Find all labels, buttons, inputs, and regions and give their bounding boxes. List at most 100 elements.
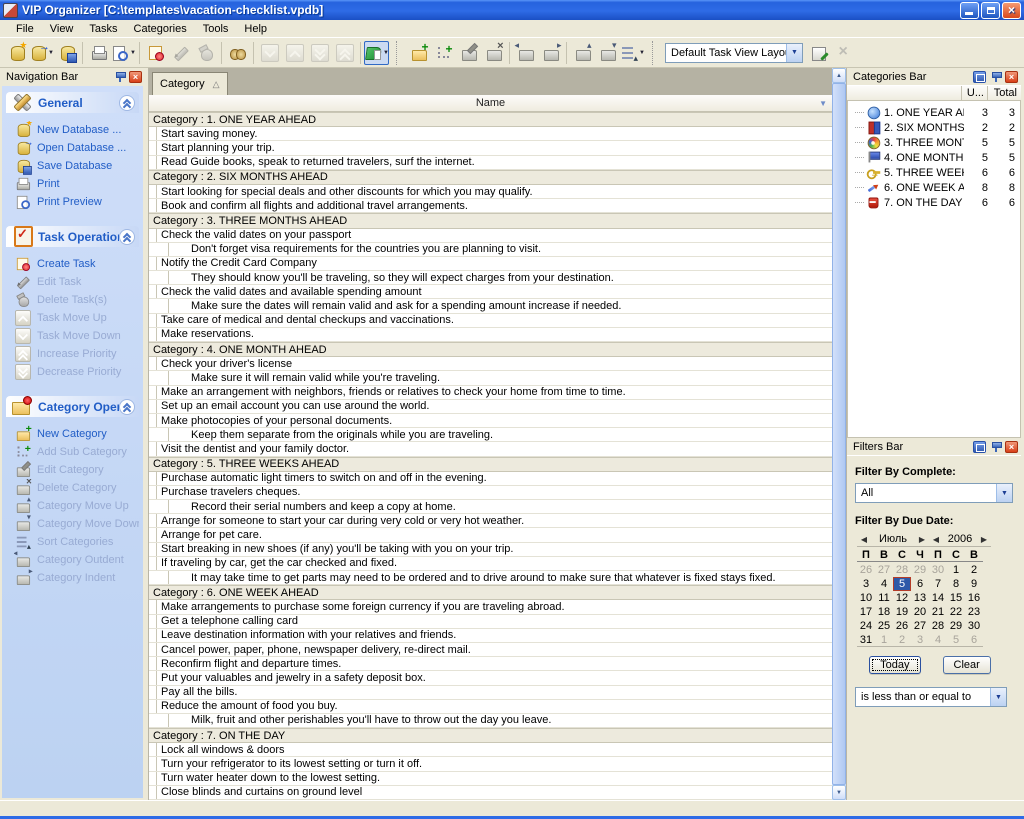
category-tree-row[interactable]: 3. THREE MONTHS AHE55: [848, 135, 1020, 150]
calendar-day[interactable]: 23: [965, 605, 983, 619]
task-row[interactable]: Notify the Credit Card Company: [149, 257, 832, 271]
task-view-layout-button[interactable]: ▼: [364, 41, 389, 65]
nav-item-task-move-up[interactable]: Task Move Up: [14, 309, 139, 327]
task-row[interactable]: Start planning your trip.: [149, 141, 832, 155]
nav-item-open-database[interactable]: Open Database ...: [14, 139, 139, 157]
calendar-day[interactable]: 6: [965, 633, 983, 647]
collapse-chevron-icon[interactable]: [119, 95, 135, 111]
nav-item-delete-task-s[interactable]: Delete Task(s): [14, 291, 139, 309]
calendar-day[interactable]: 19: [893, 605, 911, 619]
nav-item-category-outdent[interactable]: Category Outdent: [14, 551, 139, 569]
task-row[interactable]: Book and confirm all flights and additio…: [149, 199, 832, 213]
calendar-day[interactable]: 27: [875, 563, 893, 577]
calendar-day[interactable]: 24: [857, 619, 875, 633]
category-tree-row[interactable]: 4. ONE MONTH AHEAD55: [848, 150, 1020, 165]
calendar-day[interactable]: 1: [947, 563, 965, 577]
nav-group-header[interactable]: Task Operations: [6, 226, 139, 247]
calendar-day[interactable]: 8: [947, 577, 965, 591]
nav-item-sort-categories[interactable]: Sort Categories: [14, 533, 139, 551]
calendar-day[interactable]: 10: [857, 591, 875, 605]
clear-button[interactable]: Clear: [943, 656, 991, 674]
calendar-day[interactable]: 30: [929, 563, 947, 577]
toolbar-group-handle[interactable]: [396, 41, 401, 65]
calendar-day[interactable]: 5: [947, 633, 965, 647]
calendar-day[interactable]: 26: [893, 619, 911, 633]
calendar-day[interactable]: 3: [911, 633, 929, 647]
task-row[interactable]: Don't forget visa requirements for the c…: [149, 243, 832, 257]
calendar-day[interactable]: 4: [929, 633, 947, 647]
category-row[interactable]: Category : 2. SIX MONTHS AHEAD: [149, 170, 832, 185]
calendar-day[interactable]: 5: [893, 577, 911, 591]
task-row[interactable]: Cancel power, paper, phone, newspaper de…: [149, 643, 832, 657]
restore-button[interactable]: [981, 2, 1000, 19]
task-row[interactable]: Arrange for someone to start your car du…: [149, 514, 832, 528]
new-category-button[interactable]: [406, 41, 431, 65]
category-row[interactable]: Category : 4. ONE MONTH AHEAD: [149, 342, 832, 357]
pin-icon[interactable]: [989, 440, 1002, 453]
previous-month-icon[interactable]: ◀: [857, 535, 871, 544]
calendar-day[interactable]: 2: [965, 563, 983, 577]
task-row[interactable]: Turn your refrigerator to its lowest set…: [149, 757, 832, 771]
menu-tasks[interactable]: Tasks: [81, 22, 125, 36]
scrollbar-thumb[interactable]: [832, 83, 846, 785]
total-column-header[interactable]: Total: [987, 86, 1021, 100]
save-database-button[interactable]: [54, 41, 79, 65]
close-icon[interactable]: ×: [1005, 71, 1018, 83]
category-tree-row[interactable]: 6. ONE WEEK AHEAD88: [848, 180, 1020, 195]
today-button[interactable]: Today: [869, 656, 920, 674]
print-preview-button[interactable]: ▼: [111, 41, 136, 65]
category-tree-row[interactable]: 1. ONE YEAR AHEAD33: [848, 105, 1020, 120]
chevron-down-icon[interactable]: ▼: [383, 50, 389, 56]
task-row[interactable]: Make sure the dates will remain valid an…: [149, 299, 832, 313]
category-indent-button[interactable]: [538, 41, 563, 65]
calendar-day[interactable]: 21: [929, 605, 947, 619]
task-move-up-button[interactable]: [282, 41, 307, 65]
menu-file[interactable]: File: [8, 22, 42, 36]
task-row[interactable]: It may take time to get parts may need t…: [149, 571, 832, 585]
calendar-day[interactable]: 29: [911, 563, 929, 577]
task-row[interactable]: Reduce the amount of food you buy.: [149, 700, 832, 714]
category-row[interactable]: Category : 6. ONE WEEK AHEAD: [149, 585, 832, 600]
task-row[interactable]: Keep them separate from the originals wh…: [149, 428, 832, 442]
close-button[interactable]: ×: [1002, 2, 1021, 19]
task-row[interactable]: Record their serial numbers and keep a c…: [149, 500, 832, 514]
nav-item-edit-task[interactable]: Edit Task: [14, 273, 139, 291]
calendar-day[interactable]: 29: [947, 619, 965, 633]
nav-item-delete-category[interactable]: Delete Category: [14, 479, 139, 497]
pin-icon[interactable]: [113, 70, 126, 83]
float-panel-icon[interactable]: [973, 71, 986, 83]
category-outdent-button[interactable]: [513, 41, 538, 65]
edit-category-button[interactable]: [456, 41, 481, 65]
task-row[interactable]: Make an arrangement with neighbors, frie…: [149, 386, 832, 400]
task-row[interactable]: Purchase travelers cheques.: [149, 486, 832, 500]
nav-item-print-preview[interactable]: Print Preview: [14, 193, 139, 211]
calendar-day[interactable]: 13: [911, 591, 929, 605]
decrease-priority-button[interactable]: [307, 41, 332, 65]
toolbar-group-handle[interactable]: [652, 41, 657, 65]
group-by-category-button[interactable]: Category △: [152, 72, 228, 95]
save-layout-button[interactable]: [806, 41, 831, 65]
scroll-down-icon[interactable]: ▼: [832, 785, 846, 800]
nav-item-task-move-down[interactable]: Task Move Down: [14, 327, 139, 345]
task-row[interactable]: Purchase automatic light timers to switc…: [149, 472, 832, 486]
nav-item-new-category[interactable]: New Category: [14, 425, 139, 443]
edit-task-button[interactable]: [168, 41, 193, 65]
calendar-day[interactable]: 7: [929, 577, 947, 591]
calendar-day[interactable]: 2: [893, 633, 911, 647]
menu-view[interactable]: View: [42, 22, 82, 36]
nav-item-category-move-down[interactable]: Category Move Down: [14, 515, 139, 533]
open-database-button[interactable]: ▼: [29, 41, 54, 65]
close-icon[interactable]: ×: [1005, 441, 1018, 453]
calendar-day[interactable]: 11: [875, 591, 893, 605]
task-row[interactable]: Read Guide books, speak to returned trav…: [149, 156, 832, 170]
calendar-day[interactable]: 30: [965, 619, 983, 633]
category-row[interactable]: Category : 7. ON THE DAY: [149, 728, 832, 743]
category-move-up-button[interactable]: [570, 41, 595, 65]
name-column-header[interactable]: Name ▼: [149, 95, 832, 112]
calendar-day[interactable]: 12: [893, 591, 911, 605]
task-row[interactable]: Take care of medical and dental checkups…: [149, 314, 832, 328]
task-row[interactable]: Check your driver's license: [149, 357, 832, 371]
sort-categories-button[interactable]: ▼: [620, 41, 645, 65]
task-row[interactable]: Start saving money.: [149, 127, 832, 141]
category-row[interactable]: Category : 5. THREE WEEKS AHEAD: [149, 457, 832, 472]
